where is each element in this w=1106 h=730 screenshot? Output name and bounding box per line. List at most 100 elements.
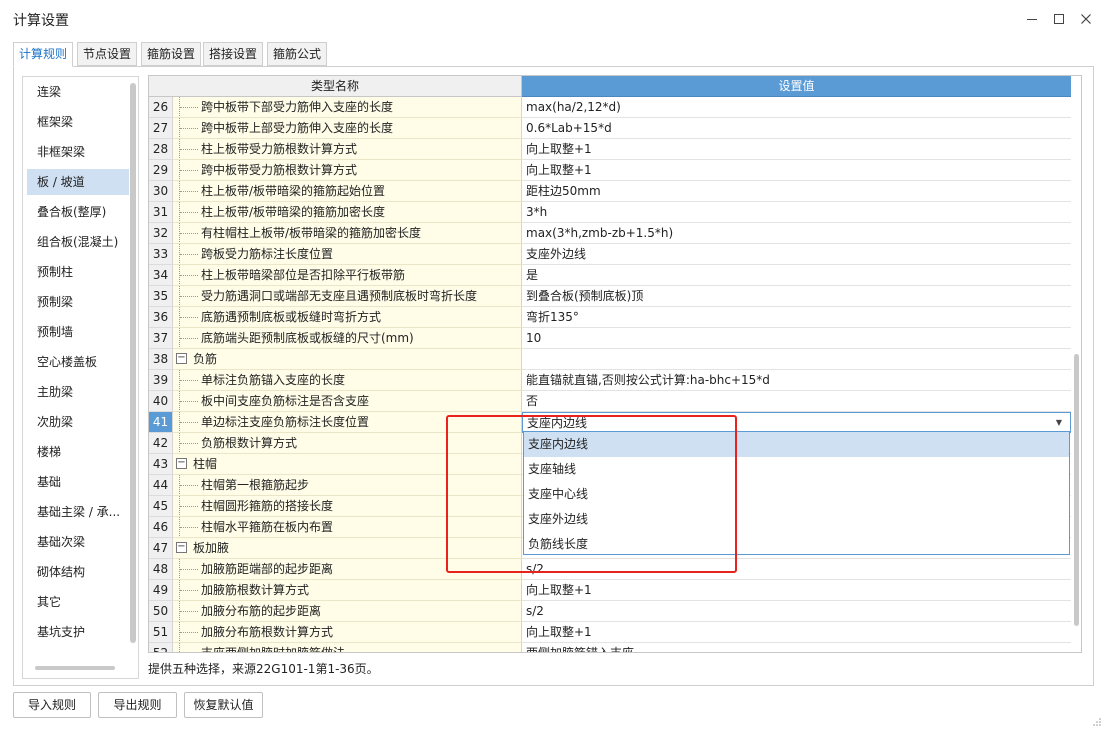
table-row[interactable]: 39 单标注负筋锚入支座的长度 能直锚就直锚,否则按公式计算:ha-bhc+15*d	[149, 370, 1071, 391]
table-row[interactable]: 31 柱上板带/板带暗梁的箍筋加密长度 3*h	[149, 202, 1071, 223]
table-row[interactable]: 48 加腋筋距端部的起步距离 s/2	[149, 559, 1071, 580]
setting-value-cell[interactable]	[522, 349, 1071, 370]
sidebar-item[interactable]: 楼梯	[27, 439, 129, 465]
dropdown-option[interactable]: 支座内边线	[524, 432, 1069, 457]
table-row[interactable]: 27 跨中板带上部受力筋伸入支座的长度 0.6*Lab+15*d	[149, 118, 1071, 139]
table-row[interactable]: 52 支座两侧加腋时加腋筋做法 两侧加腋筋锚入支座	[149, 643, 1071, 652]
sidebar-item[interactable]: 组合板(混凝土)	[27, 229, 129, 255]
sidebar-horizontal-scrollbar[interactable]	[35, 666, 115, 670]
dropdown-option[interactable]: 支座中心线	[524, 482, 1069, 507]
setting-value-cell[interactable]: 距柱边50mm	[522, 181, 1071, 202]
dropdown-arrow-icon[interactable]: ▼	[1056, 413, 1062, 432]
tab-stirrup-formula[interactable]: 箍筋公式	[267, 42, 328, 66]
group-row[interactable]: 38− 负筋	[149, 349, 1071, 370]
table-row[interactable]: 35 受力筋遇洞口或端部无支座且遇预制底板时弯折长度 到叠合板(预制底板)顶	[149, 286, 1071, 307]
sidebar-item[interactable]: 基础次梁	[27, 529, 129, 555]
sidebar-item[interactable]: 基础	[27, 469, 129, 495]
category-list: 连梁 框架梁 非框架梁 板 / 坡道 叠合板(整厚) 组合板(混凝土) 预制柱 …	[22, 76, 139, 679]
setting-value-select[interactable]: 支座内边线 ▼	[522, 412, 1071, 433]
table-row[interactable]: 32 有柱帽柱上板带/板带暗梁的箍筋加密长度 max(3*h,zmb-zb+1.5*…	[149, 223, 1071, 244]
dropdown-option[interactable]: 支座轴线	[524, 457, 1069, 482]
settings-grid: 类型名称 设置值 26 跨中板带下部受力筋伸入支座的长度 max(ha/2,12*d…	[148, 75, 1082, 653]
sidebar-item[interactable]: 其它	[27, 589, 129, 615]
sidebar-item[interactable]: 连梁	[27, 79, 129, 105]
setting-value-cell[interactable]: 支座外边线	[522, 244, 1071, 265]
table-row[interactable]: 49 加腋筋根数计算方式 向上取整+1	[149, 580, 1071, 601]
table-row[interactable]: 26 跨中板带下部受力筋伸入支座的长度 max(ha/2,12*d)	[149, 97, 1071, 118]
sidebar-scrollbar[interactable]	[130, 83, 136, 643]
table-row[interactable]: 33 跨板受力筋标注长度位置 支座外边线	[149, 244, 1071, 265]
setting-name-cell: 柱上板带/板带暗梁的箍筋起始位置	[173, 181, 522, 202]
sidebar-item-selected[interactable]: 板 / 坡道	[27, 169, 129, 195]
setting-name-cell: − 柱帽	[173, 454, 522, 475]
close-icon[interactable]	[1075, 8, 1097, 30]
table-row[interactable]: 28 柱上板带受力筋根数计算方式 向上取整+1	[149, 139, 1071, 160]
collapse-icon[interactable]: −	[176, 458, 187, 469]
setting-value-cell[interactable]: 否	[522, 391, 1071, 412]
setting-value-cell[interactable]: 向上取整+1	[522, 580, 1071, 601]
sidebar-item[interactable]: 主肋梁	[27, 379, 129, 405]
sidebar-item[interactable]: 次肋梁	[27, 409, 129, 435]
row-number: 47	[149, 538, 173, 559]
setting-value-cell[interactable]: 0.6*Lab+15*d	[522, 118, 1071, 139]
setting-value-cell[interactable]: 是	[522, 265, 1071, 286]
sidebar-item[interactable]: 基础主梁 / 承...	[27, 499, 129, 525]
collapse-icon[interactable]: −	[176, 542, 187, 553]
import-rules-button[interactable]: 导入规则	[13, 692, 91, 718]
sidebar-item[interactable]: 基坑支护	[27, 619, 129, 645]
setting-value-cell[interactable]: 3*h	[522, 202, 1071, 223]
setting-name: 柱上板带受力筋根数计算方式	[201, 142, 358, 156]
row-number: 39	[149, 370, 173, 391]
tab-lap-settings[interactable]: 搭接设置	[203, 42, 264, 66]
setting-value: 10	[526, 331, 542, 345]
column-header-name: 类型名称	[149, 76, 522, 97]
tree-connector	[180, 527, 198, 528]
restore-defaults-button[interactable]: 恢复默认值	[184, 692, 263, 718]
table-row[interactable]: 41 单边标注支座负筋标注长度位置 支座内边线 ▼	[149, 412, 1071, 433]
sidebar-item[interactable]: 叠合板(整厚)	[27, 199, 129, 225]
sidebar-item[interactable]: 砌体结构	[27, 559, 129, 585]
table-row[interactable]: 36 底筋遇预制底板或板缝时弯折方式 弯折135°	[149, 307, 1071, 328]
grid-scrollbar[interactable]	[1074, 354, 1079, 626]
setting-value-cell[interactable]: 向上取整+1	[522, 622, 1071, 643]
table-row[interactable]: 30 柱上板带/板带暗梁的箍筋起始位置 距柱边50mm	[149, 181, 1071, 202]
sidebar-item[interactable]: 框架梁	[27, 109, 129, 135]
setting-value-cell[interactable]: max(3*h,zmb-zb+1.5*h)	[522, 223, 1071, 244]
sidebar-item[interactable]: 非框架梁	[27, 139, 129, 165]
table-row[interactable]: 40 板中间支座负筋标注是否含支座 否	[149, 391, 1071, 412]
table-row[interactable]: 34 柱上板带暗梁部位是否扣除平行板带筋 是	[149, 265, 1071, 286]
setting-value-cell[interactable]: 两侧加腋筋锚入支座	[522, 643, 1071, 652]
sidebar-item[interactable]: 预制墙	[27, 319, 129, 345]
setting-name-cell: − 负筋	[173, 349, 522, 370]
setting-value-cell[interactable]: 向上取整+1	[522, 139, 1071, 160]
tab-stirrup-settings[interactable]: 箍筋设置	[141, 42, 202, 66]
setting-value-cell[interactable]: 向上取整+1	[522, 160, 1071, 181]
minimize-icon[interactable]	[1021, 8, 1043, 30]
setting-name-cell: 柱上板带暗梁部位是否扣除平行板带筋	[173, 265, 522, 286]
setting-value-cell[interactable]: max(ha/2,12*d)	[522, 97, 1071, 118]
setting-value-cell[interactable]: 10	[522, 328, 1071, 349]
table-row[interactable]: 37 底筋端头距预制底板或板缝的尺寸(mm) 10	[149, 328, 1071, 349]
export-rules-button[interactable]: 导出规则	[98, 692, 177, 718]
sidebar-item[interactable]: 预制柱	[27, 259, 129, 285]
window-title: 计算设置	[13, 13, 69, 29]
tab-calc-rules[interactable]: 计算规则	[13, 42, 74, 67]
dropdown-option[interactable]: 负筋线长度	[524, 532, 1069, 557]
table-row[interactable]: 51 加腋分布筋根数计算方式 向上取整+1	[149, 622, 1071, 643]
setting-value-cell[interactable]: 弯折135°	[522, 307, 1071, 328]
collapse-icon[interactable]: −	[176, 353, 187, 364]
setting-value-cell[interactable]: s/2	[522, 601, 1071, 622]
resize-grip-icon[interactable]	[1092, 716, 1102, 726]
sidebar-item[interactable]: 空心楼盖板	[27, 349, 129, 375]
maximize-icon[interactable]	[1048, 8, 1070, 30]
table-row[interactable]: 29 跨中板带受力筋根数计算方式 向上取整+1	[149, 160, 1071, 181]
setting-value-cell[interactable]: 能直锚就直锚,否则按公式计算:ha-bhc+15*d	[522, 370, 1071, 391]
setting-value: 3*h	[526, 205, 548, 219]
dropdown-option[interactable]: 支座外边线	[524, 507, 1069, 532]
setting-value-cell[interactable]: s/2	[522, 559, 1071, 580]
table-row[interactable]: 50 加腋分布筋的起步距离 s/2	[149, 601, 1071, 622]
tab-node-settings[interactable]: 节点设置	[77, 42, 138, 66]
setting-value-cell[interactable]: 到叠合板(预制底板)顶	[522, 286, 1071, 307]
sidebar-item[interactable]: 预制梁	[27, 289, 129, 315]
row-number: 44	[149, 475, 173, 496]
